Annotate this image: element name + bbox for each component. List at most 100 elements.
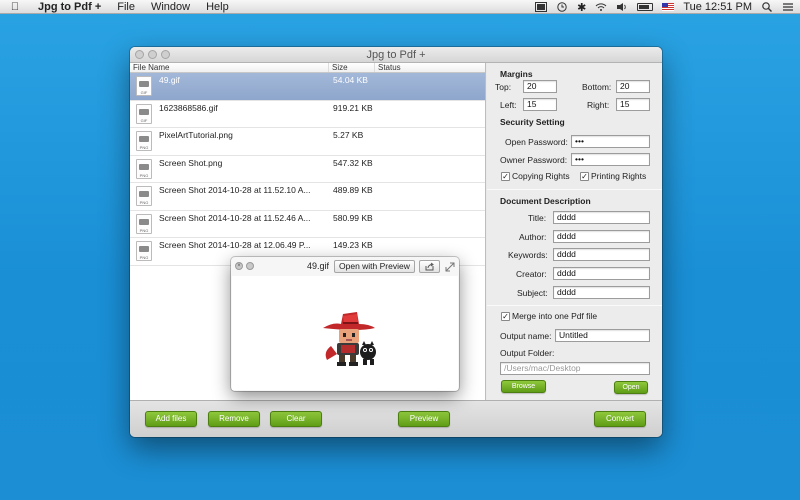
- file-row[interactable]: GIF 49.gif 54.04 KB: [130, 73, 485, 101]
- share-icon: [425, 262, 434, 271]
- notification-center-icon[interactable]: [782, 2, 794, 12]
- bottom-margin-label: Bottom:: [582, 82, 612, 92]
- convert-button[interactable]: Convert: [594, 411, 646, 427]
- printing-rights-checkbox[interactable]: ✓ Printing Rights: [580, 171, 646, 181]
- output-name-label: Output name:: [500, 331, 552, 341]
- printing-rights-label: Printing Rights: [591, 171, 647, 181]
- apple-menu-icon[interactable]: : [0, 1, 30, 13]
- security-section-title: Security Setting: [500, 117, 565, 127]
- settings-panel: Margins Top: 20 Bottom: 20 Left: 15 Righ…: [487, 63, 662, 400]
- input-source-flag-icon[interactable]: [662, 3, 675, 11]
- fullscreen-icon[interactable]: [246, 262, 254, 270]
- checkmark-icon: ✓: [580, 171, 589, 181]
- menu-help[interactable]: Help: [198, 1, 237, 13]
- copying-rights-checkbox[interactable]: ✓ Copying Rights: [501, 171, 570, 181]
- column-header-size[interactable]: Size: [329, 63, 375, 72]
- menu-file[interactable]: File: [109, 1, 143, 13]
- window-controls: [135, 50, 170, 59]
- window-titlebar[interactable]: Jpg to Pdf +: [130, 47, 662, 63]
- file-size: 54.04 KB: [333, 75, 368, 85]
- open-password-input[interactable]: •••: [571, 135, 650, 148]
- top-margin-label: Top:: [495, 82, 512, 92]
- file-thumbnail-icon: PNG: [136, 158, 152, 179]
- minimize-window-button[interactable]: [148, 50, 157, 59]
- quick-look-window-controls: ×: [235, 262, 254, 270]
- doc-title-label: Title:: [528, 213, 547, 223]
- file-thumbnail-icon: GIF: [136, 103, 152, 124]
- file-name: Screen Shot 2014-10-28 at 12.06.49 P...: [159, 240, 311, 250]
- menu-bar:  Jpg to Pdf + File Window Help ✱ Tue 12…: [0, 0, 800, 14]
- volume-icon[interactable]: [616, 2, 628, 12]
- menu-extras: ✱ Tue 12:51 PM: [535, 0, 794, 14]
- doc-keywords-input[interactable]: dddd: [553, 248, 650, 261]
- doc-creator-input[interactable]: dddd: [553, 267, 650, 280]
- file-size: 919.21 KB: [333, 102, 373, 113]
- checkmark-icon: ✓: [501, 171, 510, 181]
- file-row[interactable]: GIF 1623868586.gif 919.21 KB: [130, 101, 485, 128]
- remove-button[interactable]: Remove: [208, 411, 260, 427]
- bottom-margin-input[interactable]: 20: [616, 80, 650, 93]
- output-folder-input[interactable]: /Users/mac/Desktop: [500, 362, 650, 375]
- file-name: 49.gif: [159, 75, 180, 85]
- column-header-status[interactable]: Status: [375, 63, 401, 72]
- time-machine-icon[interactable]: [556, 2, 568, 12]
- right-margin-input[interactable]: 15: [616, 98, 650, 111]
- bottom-toolbar: Add files Remove Clear Preview Convert: [130, 400, 662, 437]
- file-size: 5.27 KB: [333, 130, 364, 140]
- doc-author-input[interactable]: dddd: [553, 230, 650, 243]
- doc-subject-input[interactable]: dddd: [553, 286, 650, 299]
- file-thumbnail-icon: PNG: [136, 186, 152, 206]
- menubar-clock[interactable]: Tue 12:51 PM: [683, 1, 752, 13]
- zoom-window-button[interactable]: [161, 50, 170, 59]
- close-window-button[interactable]: [135, 50, 144, 59]
- open-password-label: Open Password:: [505, 137, 568, 147]
- merge-pdf-checkbox[interactable]: ✓ Merge into one Pdf file: [501, 311, 597, 321]
- merge-pdf-label: Merge into one Pdf file: [512, 311, 598, 321]
- doc-title-input[interactable]: dddd: [553, 211, 650, 224]
- file-row[interactable]: PNG Screen Shot 2014-10-28 at 11.52.10 A…: [130, 183, 485, 211]
- file-thumbnail-icon: GIF: [136, 76, 152, 96]
- file-name: 1623868586.gif: [159, 102, 218, 113]
- close-icon[interactable]: ×: [235, 262, 243, 270]
- section-divider: [487, 189, 662, 190]
- column-header-file-name[interactable]: File Name: [130, 63, 329, 72]
- clear-button[interactable]: Clear: [270, 411, 322, 427]
- menu-app-name[interactable]: Jpg to Pdf +: [30, 1, 109, 13]
- quick-look-preview-area: [232, 276, 458, 390]
- window-title: Jpg to Pdf +: [366, 49, 426, 61]
- doc-subject-label: Subject:: [517, 288, 548, 298]
- file-thumbnail-icon: PNG: [136, 213, 152, 234]
- add-files-button[interactable]: Add files: [145, 411, 197, 427]
- left-margin-input[interactable]: 15: [523, 98, 557, 111]
- quick-look-file-name: 49.gif: [307, 261, 330, 271]
- expand-icon[interactable]: [445, 261, 455, 272]
- owner-password-label: Owner Password:: [500, 155, 568, 165]
- gif-preview-image: [323, 312, 376, 366]
- output-name-input[interactable]: Untitled: [555, 329, 650, 342]
- open-folder-button[interactable]: Open: [614, 381, 648, 394]
- file-row[interactable]: PNG Screen Shot 2014-10-28 at 11.52.46 A…: [130, 211, 485, 238]
- share-button[interactable]: [419, 260, 440, 273]
- open-with-preview-button[interactable]: Open with Preview: [334, 260, 415, 273]
- doc-keywords-label: Keywords:: [508, 250, 548, 260]
- file-size: 547.32 KB: [333, 157, 373, 168]
- file-row[interactable]: PNG PixelArtTutorial.png 5.27 KB: [130, 128, 485, 156]
- output-folder-label: Output Folder:: [500, 348, 555, 358]
- browse-button[interactable]: Browse: [501, 380, 546, 393]
- document-description-title: Document Description: [500, 196, 591, 206]
- top-margin-input[interactable]: 20: [523, 80, 557, 93]
- spotlight-search-icon[interactable]: [761, 2, 773, 12]
- right-margin-label: Right:: [587, 100, 610, 110]
- wifi-icon[interactable]: [595, 2, 607, 12]
- status-menu-icon[interactable]: [535, 2, 548, 12]
- left-margin-label: Left:: [500, 100, 517, 110]
- owner-password-input[interactable]: •••: [571, 153, 650, 166]
- preview-button[interactable]: Preview: [398, 411, 450, 427]
- doc-creator-label: Creator:: [516, 269, 547, 279]
- file-size: 489.89 KB: [333, 185, 373, 195]
- bluetooth-icon[interactable]: ✱: [577, 1, 586, 14]
- file-row[interactable]: PNG Screen Shot.png 547.32 KB: [130, 156, 485, 183]
- section-divider: [487, 305, 662, 306]
- battery-icon[interactable]: [637, 3, 654, 11]
- menu-window[interactable]: Window: [143, 1, 198, 13]
